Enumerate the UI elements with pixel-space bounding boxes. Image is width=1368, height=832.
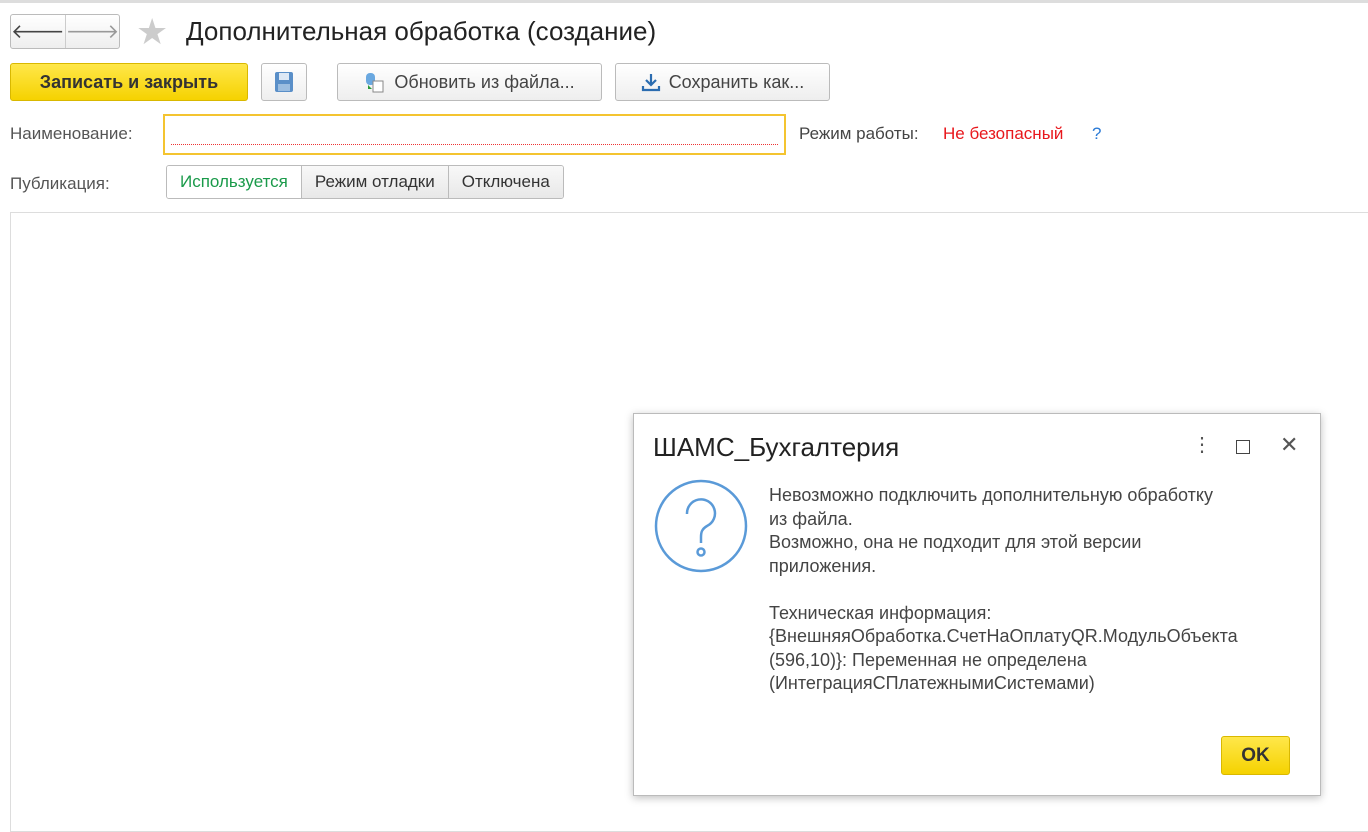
name-label: Наименование: — [10, 124, 133, 143]
save-as-label: Сохранить как... — [668, 71, 805, 92]
update-file-icon — [366, 73, 384, 93]
save-and-close-button[interactable]: Записать и закрыть — [10, 63, 248, 101]
download-icon — [641, 74, 660, 92]
save-button[interactable] — [261, 63, 307, 101]
help-link[interactable]: ? — [1092, 124, 1101, 144]
close-icon[interactable]: ✕ — [1280, 432, 1298, 458]
dialog-message: Невозможно подключить дополнительную обр… — [769, 485, 1238, 693]
floppy-disk-icon — [275, 72, 293, 92]
mode-label: Режим работы: — [799, 124, 919, 143]
top-border — [0, 0, 1368, 3]
name-input[interactable] — [163, 114, 786, 155]
publication-label: Публикация: — [10, 174, 110, 193]
more-options-icon[interactable]: ⋮ — [1192, 432, 1212, 457]
publication-option-disabled[interactable]: Отключена — [448, 166, 563, 198]
publication-option-used[interactable]: Используется — [167, 166, 302, 198]
page-title: Дополнительная обработка (создание) — [186, 16, 657, 46]
ok-button[interactable]: OK — [1221, 736, 1290, 775]
maximize-icon[interactable] — [1236, 440, 1250, 454]
publication-option-debug[interactable]: Режим отладки — [301, 166, 449, 198]
update-from-file-button[interactable]: Обновить из файла... — [337, 63, 602, 101]
dialog-title: ШАМС_Бухгалтерия — [653, 432, 900, 462]
navigation-buttons: 🡐 🡒 — [10, 14, 120, 49]
publication-selector: Используется Режим отладки Отключена — [166, 165, 564, 199]
forward-arrow-icon[interactable]: 🡒 — [66, 15, 120, 48]
question-icon — [654, 479, 748, 573]
mode-value: Не безопасный — [943, 124, 1064, 143]
save-as-button[interactable]: Сохранить как... — [615, 63, 830, 101]
favorite-star-icon[interactable]: ★ — [136, 12, 168, 52]
error-dialog: ШАМС_Бухгалтерия ⋮ ✕ Невозможно подключи… — [633, 413, 1321, 796]
update-from-file-label: Обновить из файла... — [394, 71, 575, 92]
back-arrow-icon[interactable]: 🡐 — [11, 15, 66, 48]
